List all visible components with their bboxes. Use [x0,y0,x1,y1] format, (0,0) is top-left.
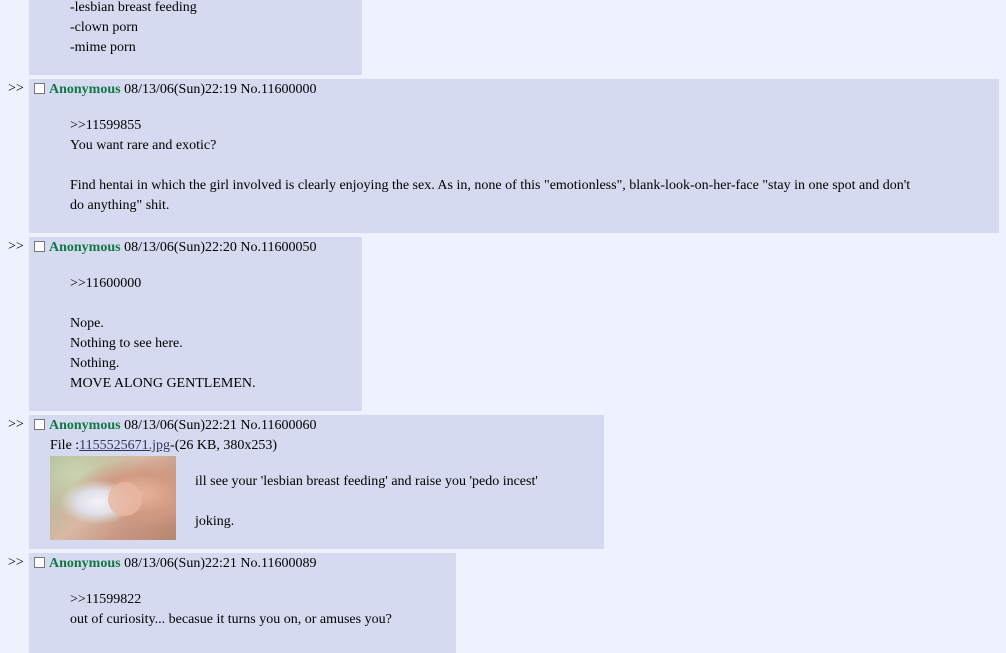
delete-checkbox[interactable] [34,83,45,94]
post-number[interactable]: No.11600050 [240,240,316,255]
message-line: -mime porn [70,40,136,55]
file-label: File : [50,438,80,453]
post-datetime: 08/13/06(Sun)22:19 [124,82,237,97]
message-line: Nope. [70,316,104,331]
post-number[interactable]: No.11600089 [240,556,316,571]
post-header: Anonymous 08/13/06(Sun)22:19 No.11600000 [34,81,316,99]
message-line: -lesbian breast feeding [70,0,197,15]
reply-arrow: >> [8,239,24,254]
post-datetime: 08/13/06(Sun)22:20 [124,240,237,255]
post-message: >>11600000 Nope. Nothing to see here. No… [70,274,255,394]
message-line: Nothing. [70,356,120,371]
post-datetime: 08/13/06(Sun)22:21 [124,556,237,571]
delete-checkbox[interactable] [34,557,45,568]
message-line: MOVE ALONG GENTLEMEN. [70,376,256,391]
post-11600000: Anonymous 08/13/06(Sun)22:19 No.11600000… [29,79,999,233]
reply-arrow: >> [8,555,24,570]
poster-name: Anonymous [49,418,121,433]
poster-name: Anonymous [49,240,121,255]
reply-arrow: >> [8,81,24,96]
file-info-line: File :1155525671.jpg-(26 KB, 380x253) [50,436,277,456]
post-number[interactable]: No.11600000 [240,82,316,97]
message-line [70,294,255,314]
post-number[interactable]: No.11600060 [240,418,316,433]
delete-checkbox[interactable] [34,419,45,430]
quote-link[interactable]: >>11600000 [70,274,255,294]
quote-link[interactable]: >>11599855 [70,116,910,136]
post-header: Anonymous 08/13/06(Sun)22:20 No.11600050 [34,239,316,257]
message-line: out of curiosity... becasue it turns you… [70,612,392,627]
message-line: You want rare and exotic? [70,138,217,153]
reply-arrow: >> [8,417,24,432]
post-11600050: Anonymous 08/13/06(Sun)22:20 No.11600050… [29,237,362,411]
poster-name: Anonymous [49,556,121,571]
message-line: do anything" shit. [70,198,170,213]
message-line: joking. [195,514,235,529]
post-11600089: Anonymous 08/13/06(Sun)22:21 No.11600089… [29,553,456,653]
message-line: -clown porn [70,20,139,35]
delete-checkbox[interactable] [34,241,45,252]
post-datetime: 08/13/06(Sun)22:21 [124,418,237,433]
post-message: >>11599855 You want rare and exotic? Fin… [70,116,910,216]
file-details: -(26 KB, 380x253) [170,438,277,453]
post-header: Anonymous 08/13/06(Sun)22:21 No.11600089 [34,555,316,573]
image-thumbnail[interactable] [50,456,176,540]
post-message: -lesbian breast feeding -clown porn -mim… [70,0,197,58]
post-message: >>11599822 out of curiosity... becasue i… [70,590,392,630]
post-message: ill see your 'lesbian breast feeding' an… [195,472,538,532]
message-line: Nothing to see here. [70,336,183,351]
quote-link[interactable]: >>11599822 [70,590,392,610]
post-header: Anonymous 08/13/06(Sun)22:21 No.11600060 [34,417,316,435]
message-line: ill see your 'lesbian breast feeding' an… [195,474,538,489]
post-partial: -lesbian breast feeding -clown porn -mim… [29,0,362,75]
post-11600060: Anonymous 08/13/06(Sun)22:21 No.11600060… [29,415,604,549]
poster-name: Anonymous [49,82,121,97]
file-link[interactable]: 1155525671.jpg [79,438,170,453]
message-line: Find hentai in which the girl involved i… [70,178,911,193]
message-line [70,156,910,176]
message-line [195,492,538,512]
